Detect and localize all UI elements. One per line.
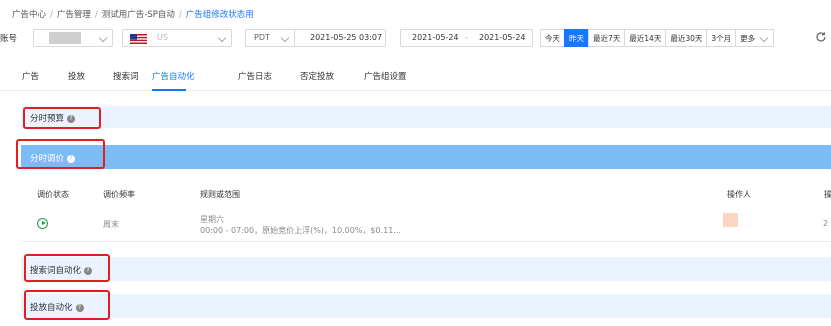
row-rule-day: 星期六 (200, 215, 224, 224)
breadcrumb-item-ad-management[interactable]: 广告管理 (57, 10, 91, 20)
filter-toolbar: 账号 US PDT 2021-05-25 03:07 2021-05-24 - … (0, 29, 831, 49)
row-extra: 2 (823, 219, 829, 228)
current-time-display: 2021-05-25 03:07 (294, 29, 386, 47)
refresh-icon[interactable] (815, 31, 827, 43)
targeting-automation-section[interactable]: 投放自动化? (21, 294, 831, 318)
range-7d-button[interactable]: 最近7天 (588, 29, 626, 47)
tab-ad-log[interactable]: 广告日志 (238, 70, 272, 82)
col-bid-status: 调价状态 (37, 190, 69, 199)
chevron-down-icon (98, 33, 108, 43)
chevron-down-icon (759, 33, 769, 43)
time-bid-section[interactable]: 分时调价? (21, 145, 831, 169)
breadcrumb-separator: / (178, 10, 182, 20)
col-rule-range: 规则或范围 (200, 190, 240, 199)
chevron-down-icon (217, 33, 227, 43)
range-3m-button[interactable]: 3个月 (706, 29, 737, 47)
breadcrumb-separator: / (50, 10, 53, 20)
marketplace-value: US (157, 33, 168, 42)
annotation-box (16, 139, 105, 169)
range-yesterday-button[interactable]: 昨天 (564, 29, 589, 47)
account-label: 账号 (0, 34, 18, 44)
annotation-box (24, 290, 110, 320)
timezone-select[interactable]: PDT (245, 29, 295, 47)
date-range-picker[interactable]: 2021-05-24 - 2021-05-24 (400, 29, 533, 47)
quick-range-group: 今天 昨天 最近7天 最近14天 最近30天 3个月 更多 (540, 29, 775, 47)
account-name-redacted (49, 32, 81, 44)
tab-divider (0, 90, 831, 91)
tab-search-terms[interactable]: 搜索词 (113, 70, 139, 82)
range-14d-button[interactable]: 最近14天 (624, 29, 667, 47)
marketplace-select[interactable]: US (122, 29, 232, 47)
row-divider (21, 241, 831, 242)
range-end: 2021-05-24 (479, 33, 526, 42)
tab-targeting[interactable]: 投放 (68, 70, 85, 82)
operator-avatar (723, 213, 738, 227)
search-term-automation-section[interactable]: 搜索词自动化? (21, 257, 831, 281)
annotation-box (23, 107, 101, 129)
col-operation: 操 (824, 190, 831, 199)
col-bid-frequency: 调价频率 (103, 190, 135, 199)
play-circle-icon[interactable] (37, 218, 48, 229)
col-operator: 操作人 (727, 190, 751, 199)
breadcrumb-separator: / (94, 10, 98, 20)
more-label: 更多 (740, 34, 756, 43)
active-tab-indicator (152, 89, 186, 91)
timestamp-text: 2021-05-25 03:07 (310, 33, 383, 42)
chevron-down-icon (280, 33, 290, 43)
breadcrumb-item-ad-center[interactable]: 广告中心 (12, 10, 46, 20)
range-more-select[interactable]: 更多 (735, 29, 775, 47)
breadcrumb: 广告中心 / 广告管理 / 测试用广告-SP自动 / 广告组修改状态用 (12, 8, 254, 20)
range-today-button[interactable]: 今天 (540, 29, 565, 47)
timezone-value: PDT (254, 33, 270, 42)
range-separator: - (465, 33, 468, 42)
us-flag-icon (130, 34, 147, 44)
row-frequency: 周末 (103, 220, 119, 229)
breadcrumb-item-ad-group: 广告组修改状态用 (185, 10, 254, 20)
tab-ads[interactable]: 广告 (22, 70, 39, 82)
breadcrumb-item-campaign[interactable]: 测试用广告-SP自动 (102, 10, 175, 20)
row-rule-detail: 00:00 - 07:00，原始竞价上浮(%)，10.00%，$0.11... (200, 226, 401, 235)
tab-negative-targeting[interactable]: 否定投放 (300, 70, 334, 82)
tab-ad-group-settings[interactable]: 广告组设置 (364, 70, 407, 82)
tab-ad-automation[interactable]: 广告自动化 (152, 70, 195, 82)
time-budget-section[interactable]: 分时预算? (21, 106, 831, 128)
annotation-box (24, 254, 110, 282)
account-select[interactable] (33, 29, 113, 47)
range-30d-button[interactable]: 最近30天 (665, 29, 708, 47)
range-start: 2021-05-24 (412, 33, 459, 42)
